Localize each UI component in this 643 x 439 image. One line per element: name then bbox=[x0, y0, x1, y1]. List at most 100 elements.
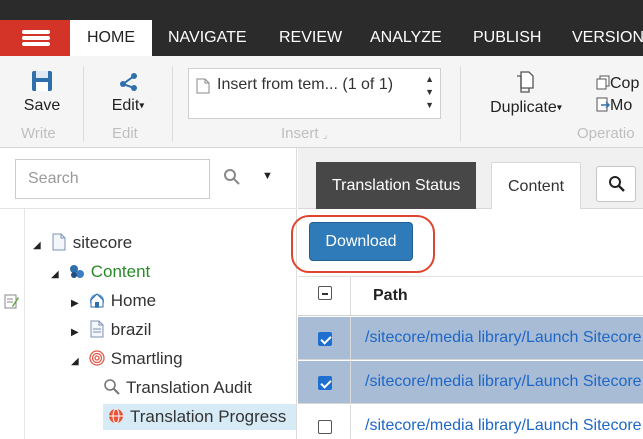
floppy-disk-icon bbox=[32, 71, 52, 91]
tree-item-translation-audit[interactable]: Translation Audit bbox=[103, 375, 252, 401]
editor-tab-bar: Translation Status Content bbox=[298, 148, 643, 209]
scroll-down-icon[interactable]: ▼ bbox=[425, 86, 434, 99]
tree-item-translation-progress[interactable]: Translation Progress bbox=[103, 404, 296, 430]
edit-label: Edit bbox=[111, 97, 140, 114]
write-group-label: Write bbox=[21, 125, 56, 142]
dialog-launcher-icon[interactable]: ⌟ bbox=[323, 130, 328, 141]
duplicate-icon bbox=[517, 71, 534, 93]
move-icon bbox=[596, 97, 611, 112]
operations-group-label: Operatio bbox=[577, 125, 635, 142]
tab-content[interactable]: Content bbox=[491, 162, 582, 209]
copy-button[interactable]: Cop bbox=[596, 75, 639, 93]
tree-item-label: Content bbox=[90, 262, 151, 281]
row-checkbox[interactable] bbox=[318, 332, 332, 346]
row-checkbox[interactable] bbox=[318, 376, 332, 390]
tree-item-label: Home bbox=[110, 291, 157, 310]
expand-list-icon[interactable]: ▼ bbox=[425, 99, 434, 112]
minus-icon bbox=[322, 293, 328, 295]
ribbon-divider bbox=[460, 66, 461, 142]
search-icon bbox=[609, 176, 625, 192]
move-label: Mo bbox=[610, 97, 633, 114]
duplicate-button[interactable]: Duplicate▾ bbox=[480, 70, 572, 117]
edit-button[interactable]: Edit▾ bbox=[100, 70, 156, 115]
tab-analyze[interactable]: ANALYZE bbox=[370, 20, 442, 56]
grid-column-divider bbox=[350, 361, 351, 403]
move-button[interactable]: Mo bbox=[596, 97, 632, 115]
select-all-checkbox[interactable] bbox=[318, 286, 332, 300]
tree-item-label: Smartling bbox=[110, 349, 183, 368]
hamburger-icon-bar bbox=[22, 42, 50, 46]
content-icon bbox=[69, 265, 84, 278]
grid-column-divider bbox=[350, 405, 351, 439]
download-button[interactable]: Download bbox=[309, 222, 413, 261]
grid-row[interactable]: /sitecore/media library/Launch Sitecore bbox=[298, 405, 643, 439]
tree-item-smartling[interactable]: ◢ Smartling bbox=[71, 346, 183, 372]
magnifier-icon bbox=[104, 379, 120, 395]
collapse-arrow-icon[interactable]: ◢ bbox=[33, 233, 45, 259]
save-button[interactable]: Save bbox=[17, 70, 67, 115]
hamburger-icon-bar bbox=[22, 36, 50, 40]
tree-gutter bbox=[0, 209, 25, 439]
hamburger-menu-button[interactable] bbox=[0, 20, 70, 56]
row-path-link[interactable]: /sitecore/media library/Launch Sitecore bbox=[365, 329, 642, 347]
ribbon-divider bbox=[172, 66, 173, 142]
grid-header-row: Path bbox=[298, 276, 643, 316]
save-label: Save bbox=[23, 97, 61, 114]
tree-item-home[interactable]: ▶ Home bbox=[71, 288, 156, 314]
list-scroll-arrows[interactable]: ▲ ▼ ▼ bbox=[425, 73, 434, 112]
insert-option-item[interactable]: Insert from tem... (1 of 1) bbox=[217, 76, 393, 94]
duplicate-label: Duplicate bbox=[490, 99, 557, 116]
document-icon bbox=[196, 78, 210, 94]
edit-group-label: Edit bbox=[112, 125, 138, 142]
divider bbox=[0, 208, 297, 209]
tab-home[interactable]: HOME bbox=[70, 20, 152, 56]
grid-row[interactable]: /sitecore/media library/Launch Sitecore bbox=[298, 361, 643, 404]
hamburger-icon bbox=[22, 30, 50, 34]
tab-version[interactable]: VERSION bbox=[572, 20, 643, 56]
tree-item-label: sitecore bbox=[72, 233, 133, 252]
grid-column-divider bbox=[350, 277, 351, 315]
editor-search-button[interactable] bbox=[596, 166, 636, 202]
collapse-arrow-icon[interactable]: ◢ bbox=[51, 262, 63, 288]
row-path-link[interactable]: /sitecore/media library/Launch Sitecore bbox=[365, 417, 642, 435]
edit-share-icon bbox=[120, 73, 137, 91]
ribbon-divider bbox=[83, 66, 84, 142]
tree-item-label: Translation Audit bbox=[126, 378, 252, 397]
tab-review[interactable]: REVIEW bbox=[279, 20, 342, 56]
ribbon: Save Write Edit▾ Edit Insert from tem...… bbox=[0, 56, 643, 148]
path-column-header[interactable]: Path bbox=[373, 287, 408, 305]
search-icon[interactable] bbox=[223, 168, 241, 191]
editor-pane: Translation Status Content Download Path… bbox=[291, 148, 643, 439]
page-icon bbox=[90, 320, 104, 338]
tree-item-content[interactable]: ◢ Content bbox=[51, 259, 150, 285]
copy-icon bbox=[596, 75, 610, 90]
tab-navigate[interactable]: NAVIGATE bbox=[168, 20, 247, 56]
tree-item-brazil[interactable]: ▶ brazil bbox=[71, 317, 151, 343]
fingerprint-icon bbox=[89, 350, 105, 366]
content-tree-pane: ▼ ◢ sitecore ◢ Content ▶ Home ▶ brazil ◢… bbox=[0, 148, 297, 439]
tree-item-sitecore[interactable]: ◢ sitecore bbox=[33, 230, 132, 256]
grid-row[interactable]: /sitecore/media library/Launch Sitecore bbox=[298, 317, 643, 360]
insert-options-list[interactable]: Insert from tem... (1 of 1) ▲ ▼ ▼ bbox=[188, 68, 441, 119]
edit-note-icon[interactable] bbox=[4, 293, 20, 309]
expand-arrow-icon[interactable]: ▶ bbox=[71, 320, 83, 346]
grid-column-divider bbox=[350, 317, 351, 359]
caret-down-icon: ▾ bbox=[556, 102, 562, 114]
tab-publish[interactable]: PUBLISH bbox=[473, 20, 541, 56]
globe-icon bbox=[109, 408, 123, 424]
insert-group-label: Insert ⌟ bbox=[281, 125, 327, 142]
row-checkbox[interactable] bbox=[318, 420, 332, 434]
copy-label: Cop bbox=[610, 75, 640, 92]
expand-arrow-icon[interactable]: ▶ bbox=[71, 291, 83, 317]
collapse-arrow-icon[interactable]: ◢ bbox=[71, 349, 83, 375]
tree-item-label: Translation Progress bbox=[130, 407, 287, 426]
insert-group-label-text: Insert bbox=[281, 125, 319, 142]
home-icon bbox=[89, 293, 104, 308]
caret-down-icon: ▾ bbox=[139, 100, 145, 112]
top-navigation-bar: HOME NAVIGATE REVIEW ANALYZE PUBLISH VER… bbox=[0, 0, 643, 56]
row-path-link[interactable]: /sitecore/media library/Launch Sitecore bbox=[365, 373, 642, 391]
tab-translation-status[interactable]: Translation Status bbox=[316, 162, 477, 209]
search-input[interactable] bbox=[15, 159, 210, 199]
search-options-dropdown-icon[interactable]: ▼ bbox=[262, 170, 273, 182]
scroll-up-icon[interactable]: ▲ bbox=[425, 73, 434, 86]
